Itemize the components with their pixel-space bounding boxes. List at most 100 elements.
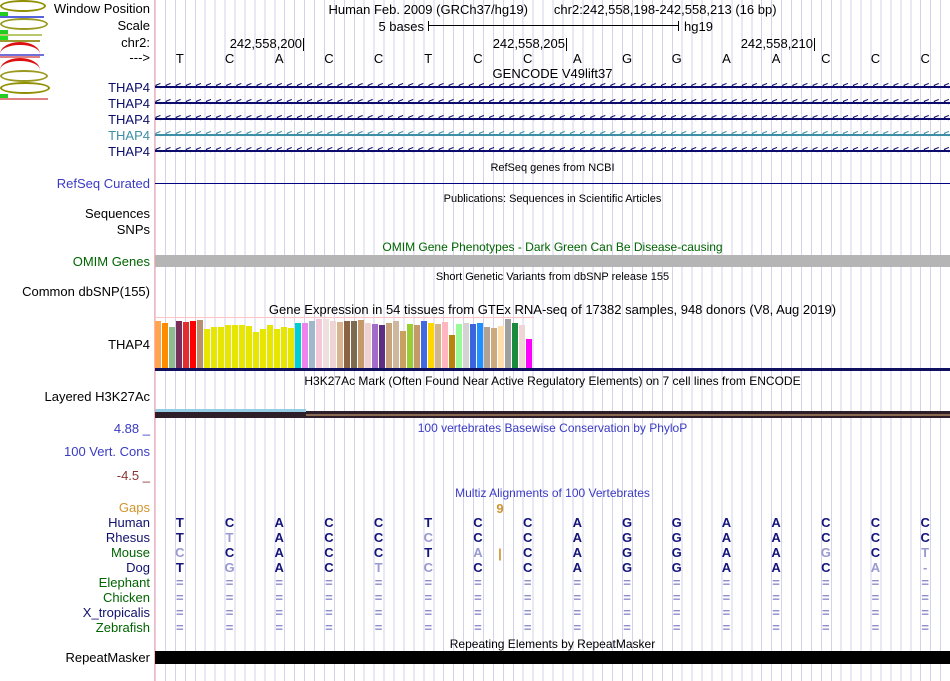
gencode-gene-label[interactable]: THAP4 — [0, 97, 150, 111]
multiz-gaps-label[interactable]: Gaps — [0, 501, 150, 515]
gtex-tissue-bar[interactable] — [211, 327, 217, 369]
minus-strand-arrow: < — [640, 97, 647, 108]
omim-genes-label[interactable]: OMIM Genes — [0, 255, 150, 269]
gtex-tissue-bar[interactable] — [372, 324, 378, 369]
repeatmasker-element-bar[interactable] — [155, 651, 950, 664]
gtex-tissue-bar[interactable] — [421, 321, 427, 369]
gtex-tissue-bar[interactable] — [449, 335, 455, 369]
minus-strand-arrow: < — [347, 129, 353, 140]
common-dbsnp-label[interactable]: Common dbSNP(155) — [0, 285, 150, 299]
gtex-tissue-bar[interactable] — [323, 319, 329, 369]
multiz-species-label[interactable]: Rhesus — [0, 531, 150, 545]
minus-strand-arrow: < — [721, 113, 727, 124]
gtex-tissue-bar[interactable] — [498, 326, 504, 369]
gencode-gene-line[interactable]: < < < < < < < < < < < < < < < < < < < < < < < < < < < < < < < < < < < < < < < <… — [155, 81, 950, 93]
omim-gene-bar[interactable] — [155, 255, 950, 267]
publications-snps-label[interactable]: SNPs — [0, 223, 150, 237]
gtex-tissue-bar[interactable] — [204, 329, 210, 369]
gtex-tissue-bar[interactable] — [232, 325, 238, 369]
gtex-tissue-bar[interactable] — [302, 323, 308, 369]
gtex-tissue-bar[interactable] — [239, 325, 245, 369]
multiz-species-label[interactable]: Elephant — [0, 576, 150, 590]
gtex-tissue-bar[interactable] — [155, 321, 161, 369]
minus-strand-arrow: < — [711, 129, 717, 140]
gtex-tissue-bar[interactable] — [274, 329, 280, 369]
gtex-tissue-bar[interactable] — [393, 321, 399, 369]
gtex-tissue-bar[interactable] — [225, 325, 231, 369]
gtex-tissue-bar[interactable] — [169, 327, 175, 369]
gtex-tissue-bar[interactable] — [519, 325, 525, 369]
publications-sequences-label[interactable]: Sequences — [0, 207, 150, 221]
minus-strand-arrow: < — [468, 145, 475, 156]
minus-strand-arrow: < — [306, 145, 313, 156]
gtex-tissue-bar[interactable] — [428, 323, 434, 369]
gtex-tissue-bar[interactable] — [386, 323, 392, 369]
gtex-tissue-bar[interactable] — [218, 327, 224, 369]
gencode-gene-line[interactable]: < < < < < < < < < < < < < < < < < < < < < < < < < < < < < < < < < < < < < < < <… — [155, 113, 950, 125]
gtex-tissue-bar[interactable] — [246, 326, 252, 369]
gtex-tissue-bar[interactable] — [407, 324, 413, 369]
gtex-tissue-bar[interactable] — [267, 325, 273, 369]
repeatmasker-label[interactable]: RepeatMasker — [0, 651, 150, 665]
gtex-tissue-bar[interactable] — [183, 322, 189, 369]
multiz-base-cell: T — [175, 530, 184, 545]
gtex-tissue-bar[interactable] — [295, 323, 301, 369]
genome-browser-image: Window Position Scale chr2: ---> Human F… — [0, 0, 950, 681]
gencode-gene-label[interactable]: THAP4 — [0, 145, 150, 159]
multiz-species-label[interactable]: Dog — [0, 561, 150, 575]
multiz-species-label[interactable]: Mouse — [0, 546, 150, 560]
gtex-tissue-bar[interactable] — [491, 328, 497, 369]
gtex-tissue-bar[interactable] — [435, 324, 441, 369]
gencode-gene-label[interactable]: THAP4 — [0, 113, 150, 127]
gtex-tissue-bar[interactable] — [330, 321, 336, 369]
gtex-tissue-bar[interactable] — [337, 322, 343, 369]
gencode-gene-label[interactable]: THAP4 — [0, 81, 150, 95]
gtex-tissue-bar[interactable] — [253, 332, 259, 369]
gtex-tissue-bar[interactable] — [197, 320, 203, 369]
gencode-gene-line[interactable]: < < < < < < < < < < < < < < < < < < < < < < < < < < < < < < < < < < < < < < < <… — [155, 129, 950, 141]
minus-strand-arrow: < — [892, 145, 899, 156]
gtex-tissue-bar[interactable] — [477, 323, 483, 369]
gtex-tissue-bar[interactable] — [470, 324, 476, 369]
gtex-tissue-bar[interactable] — [190, 321, 196, 369]
gtex-tissue-bar[interactable] — [162, 323, 168, 369]
gtex-tissue-bar[interactable] — [526, 339, 532, 369]
gtex-tissue-bar[interactable] — [512, 323, 518, 369]
gtex-tissue-bar[interactable] — [463, 323, 469, 369]
gencode-gene-label[interactable]: THAP4 — [0, 129, 150, 143]
multiz-base-cell: C — [870, 515, 881, 530]
multiz-species-label[interactable]: X_tropicalis — [0, 606, 150, 620]
gtex-tissue-bar[interactable] — [260, 329, 266, 369]
multiz-species-label[interactable]: Zebrafish — [0, 621, 150, 635]
strand-direction-label[interactable]: ---> — [0, 51, 150, 65]
gtex-tissue-bar[interactable] — [505, 319, 511, 369]
gtex-tissue-bar[interactable] — [365, 323, 371, 369]
gtex-tissue-bar[interactable] — [358, 320, 364, 369]
gtex-tissue-bar[interactable] — [281, 327, 287, 369]
refseq-gene-line[interactable] — [155, 183, 950, 184]
window-position-title: Human Feb. 2009 (GRCh37/hg19) chr2:242,5… — [155, 2, 950, 17]
gencode-gene-line[interactable]: < < < < < < < < < < < < < < < < < < < < < < < < < < < < < < < < < < < < < < < <… — [155, 97, 950, 109]
gtex-tissue-bar[interactable] — [442, 322, 448, 369]
minus-strand-arrow: < — [215, 113, 222, 124]
gencode-gene-line[interactable]: < < < < < < < < < < < < < < < < < < < < < < < < < < < < < < < < < < < < < < < <… — [155, 145, 950, 157]
minus-strand-arrow: < — [852, 97, 859, 108]
gtex-tissue-bar[interactable] — [400, 331, 406, 369]
gtex-tissue-bar[interactable] — [351, 321, 357, 369]
gtex-tissue-bar[interactable] — [379, 325, 385, 369]
layered-h3k27ac-label[interactable]: Layered H3K27Ac — [0, 390, 150, 404]
gtex-tissue-bar[interactable] — [414, 325, 420, 369]
gtex-tissue-bar[interactable] — [484, 327, 490, 369]
minus-strand-arrow: < — [407, 81, 414, 92]
multiz-species-label[interactable]: Human — [0, 516, 150, 530]
gtex-tissue-bar[interactable] — [309, 321, 315, 369]
gtex-tissue-bar[interactable] — [316, 319, 322, 369]
gtex-tissue-bar[interactable] — [176, 321, 182, 369]
refseq-curated-label[interactable]: RefSeq Curated — [0, 177, 150, 191]
gtex-tissue-bar[interactable] — [456, 324, 462, 369]
gtex-tissue-bar[interactable] — [344, 321, 350, 369]
vert-cons-label[interactable]: 100 Vert. Cons — [0, 445, 150, 459]
multiz-species-label[interactable]: Chicken — [0, 591, 150, 605]
gtex-gene-label[interactable]: THAP4 — [0, 338, 150, 352]
gtex-tissue-bar[interactable] — [288, 328, 294, 369]
